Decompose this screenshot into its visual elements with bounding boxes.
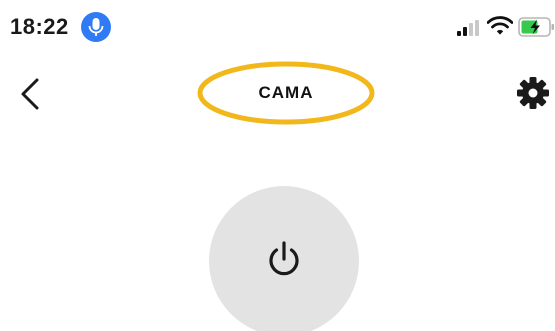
title-area: CAMA	[196, 60, 376, 126]
back-button[interactable]	[14, 74, 50, 114]
wifi-icon	[486, 16, 514, 36]
cellular-signal-icon	[457, 20, 481, 36]
page-title: CAMA	[258, 83, 314, 102]
status-time: 18:22	[10, 14, 69, 39]
status-bar: 18:22	[0, 0, 555, 56]
power-button[interactable]	[209, 186, 359, 331]
settings-button[interactable]	[516, 76, 550, 110]
chevron-left-icon	[14, 78, 50, 118]
gear-icon	[516, 77, 550, 114]
microphone-icon	[81, 12, 111, 42]
battery-charging-icon	[518, 17, 555, 37]
power-icon	[264, 239, 304, 279]
